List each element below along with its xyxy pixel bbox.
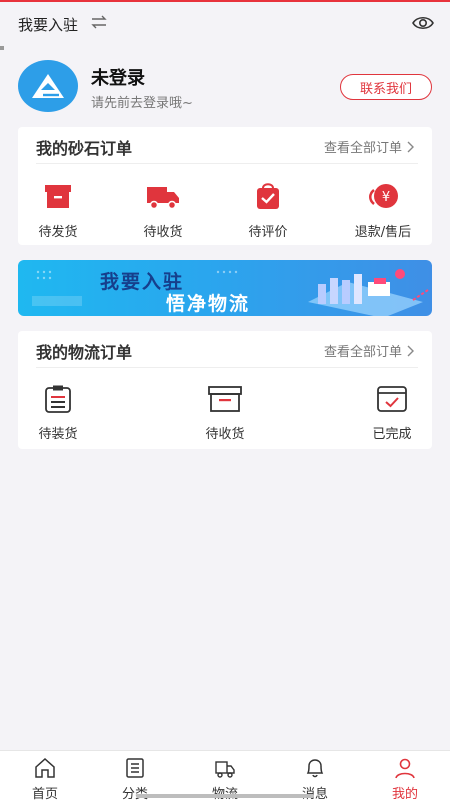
edge-marker	[0, 46, 4, 50]
logistics-view-all-link[interactable]: 查看全部订单	[324, 341, 414, 360]
order-pending-shipment[interactable]: 待发货	[18, 183, 98, 240]
logistics-orders-card: 我的物流订单 查看全部订单 待装货 待收货 已完成	[18, 331, 432, 449]
bottom-tab-bar: 首页 分类 物流 消息 我的	[0, 750, 450, 800]
join-banner[interactable]: 我要入驻 悟净物流	[18, 260, 432, 316]
tab-label: 首页	[31, 787, 58, 800]
top-bar: 我要入驻	[0, 8, 450, 38]
home-icon	[35, 757, 55, 778]
sand-orders-title: 我的砂石订单	[36, 139, 133, 158]
order-pending-review[interactable]: 待评价	[228, 183, 308, 240]
avatar[interactable]	[18, 60, 78, 112]
order-pending-loading[interactable]: 待装货	[18, 385, 98, 442]
order-label: 待评价	[248, 225, 288, 240]
refund-icon: ¥	[369, 184, 398, 208]
box-outline-icon	[208, 386, 242, 412]
order-logistics-pending-receipt[interactable]: 待收货	[185, 385, 265, 442]
logistics-orders-title: 我的物流订单	[36, 343, 133, 362]
chevron-right-icon	[407, 141, 414, 152]
tab-home[interactable]: 首页	[10, 757, 80, 800]
logo-icon	[32, 74, 64, 98]
swap-icon[interactable]	[90, 14, 108, 30]
user-icon	[395, 758, 415, 779]
banner-line2: 悟净物流	[166, 293, 251, 315]
profile-section: 未登录 请先前去登录哦~ 联系我们	[18, 60, 432, 116]
order-refund[interactable]: ¥ 退款/售后	[343, 183, 423, 240]
view-all-label: 查看全部订单	[323, 141, 402, 156]
contact-us-button[interactable]: 联系我们	[340, 74, 432, 100]
eye-icon[interactable]	[412, 13, 434, 33]
bell-icon	[306, 759, 324, 778]
divider	[36, 367, 418, 368]
sand-view-all-link[interactable]: 查看全部订单	[324, 137, 414, 156]
sand-orders-card: 我的砂石订单 查看全部订单 待发货 待收货 待评价 ¥ 退款/售后	[18, 127, 432, 245]
tab-label: 我的	[391, 787, 418, 800]
divider	[36, 163, 418, 164]
order-label: 待收货	[143, 225, 183, 240]
order-pending-receipt[interactable]: 待收货	[123, 183, 203, 240]
order-label: 待收货	[205, 427, 245, 442]
truck-icon	[147, 187, 179, 210]
svg-text:¥: ¥	[382, 190, 390, 205]
truck-icon	[215, 761, 235, 778]
tab-mine[interactable]: 我的	[370, 757, 440, 800]
order-label: 退款/售后	[354, 225, 412, 240]
order-completed[interactable]: 已完成	[352, 385, 432, 442]
order-label: 待发货	[38, 225, 78, 240]
order-label: 已完成	[372, 427, 412, 442]
card-header: 我的砂石订单 查看全部订单	[18, 127, 432, 163]
card-header: 我的物流订单 查看全部订单	[18, 331, 432, 367]
join-title[interactable]: 我要入驻	[18, 14, 78, 35]
profile-name[interactable]: 未登录	[91, 64, 145, 90]
home-indicator	[136, 794, 314, 798]
box-icon	[45, 185, 71, 208]
order-label: 待装货	[38, 427, 78, 442]
view-all-label: 查看全部订单	[323, 345, 402, 360]
list-icon	[126, 758, 144, 778]
profile-subtitle: 请先前去登录哦~	[91, 96, 193, 111]
clipboard-icon	[45, 385, 71, 413]
top-accent-line	[0, 0, 450, 2]
chevron-right-icon	[407, 345, 414, 356]
review-bag-icon	[257, 183, 279, 209]
checked-box-icon	[377, 386, 407, 412]
